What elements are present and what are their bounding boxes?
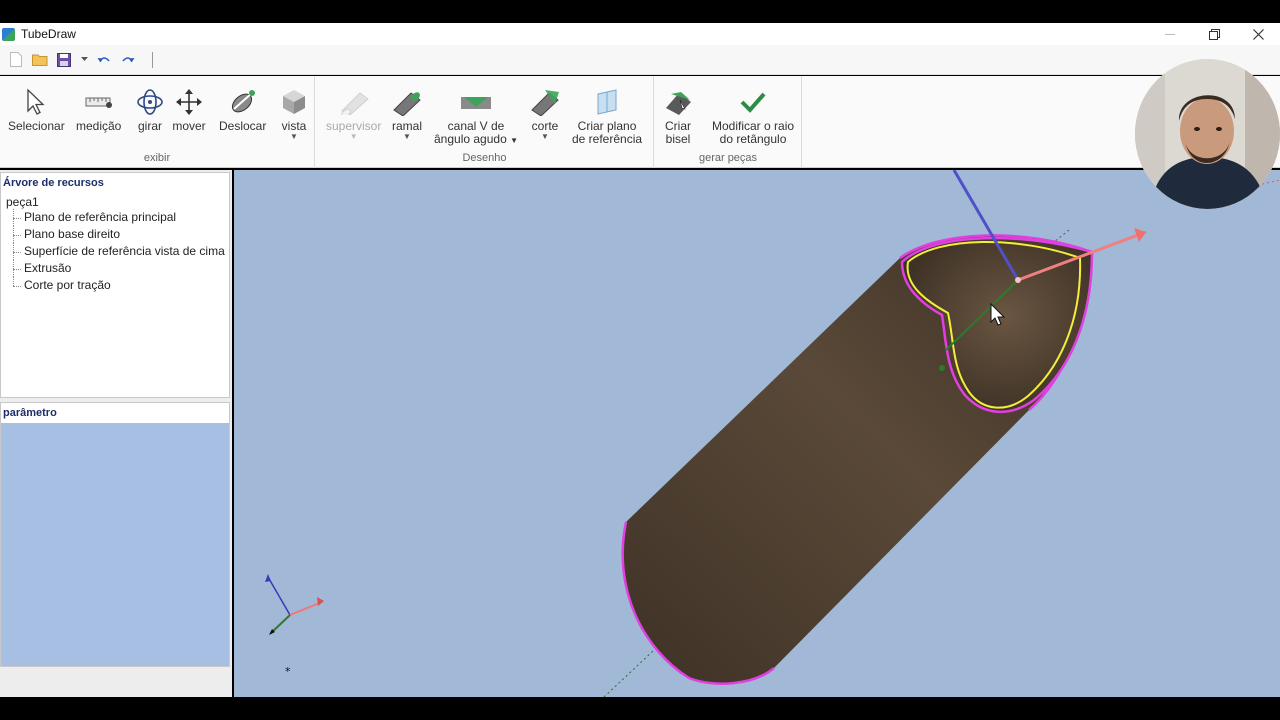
cube-icon <box>277 86 311 118</box>
dropdown-icon[interactable] <box>80 52 88 68</box>
tree-item-top-reference-surface[interactable]: Superfície de referência vista de cima <box>1 243 229 260</box>
plane-icon <box>590 86 624 118</box>
undo-icon[interactable] <box>96 52 112 68</box>
parameter-panel: parâmetro <box>0 402 230 667</box>
close-button[interactable] <box>1236 23 1280 45</box>
chevron-down-icon: ▼ <box>290 132 298 141</box>
view-tool-button[interactable]: vista ▼ <box>277 86 311 141</box>
left-panel: Árvore de recursos peça1 Plano de referê… <box>0 170 232 697</box>
chevron-down-icon: ▼ <box>541 132 549 141</box>
ribbon: Selecionar medição girar mover Deslocar <box>0 76 1280 168</box>
move-icon <box>172 86 206 118</box>
tree-root-item[interactable]: peça1 <box>1 195 229 209</box>
cut-tool-button[interactable]: corte ▼ <box>528 86 562 141</box>
restore-icon <box>1208 28 1220 40</box>
supervisor-tool-button[interactable]: supervisor ▼ <box>326 86 381 141</box>
bevel-icon <box>661 86 695 118</box>
chevron-down-icon: ▼ <box>510 136 519 145</box>
open-folder-icon[interactable] <box>32 52 48 68</box>
toolbar-separator <box>152 51 153 68</box>
cut-icon <box>528 86 562 118</box>
minimize-button[interactable] <box>1148 23 1192 45</box>
close-icon <box>1252 28 1264 40</box>
redo-icon[interactable] <box>120 52 136 68</box>
shift-icon <box>226 86 260 118</box>
webcam-overlay <box>1135 59 1280 209</box>
rotate-tool-button[interactable]: girar <box>133 86 167 133</box>
3d-viewport[interactable]: * <box>234 170 1280 697</box>
window-controls <box>1148 23 1280 45</box>
feature-tree-title: Árvore de recursos <box>3 177 104 189</box>
select-tool-button[interactable]: Selecionar <box>8 86 65 133</box>
letterbox-top <box>0 0 1280 23</box>
move-tool-button[interactable]: mover <box>172 86 206 133</box>
viewport-center-marker: * <box>285 665 291 678</box>
app-logo-icon <box>2 27 15 41</box>
tree-item-pull-cut[interactable]: Corte por tração <box>1 277 229 294</box>
group-label-desenho: Desenho <box>462 152 507 164</box>
create-bevel-button[interactable]: Criar bisel <box>661 86 695 146</box>
quick-access-toolbar <box>0 45 1280 75</box>
feature-tree-panel: Árvore de recursos peça1 Plano de referê… <box>0 172 230 398</box>
create-reference-plane-button[interactable]: Criar plano de referência <box>572 86 642 146</box>
group-label-gerar-pecas: gerar peças <box>698 152 758 164</box>
parameter-panel-title: parâmetro <box>1 403 229 423</box>
letterbox-bottom <box>0 697 1280 720</box>
shift-tool-button[interactable]: Deslocar <box>219 86 266 133</box>
origin-point <box>1015 277 1021 283</box>
chevron-down-icon: ▼ <box>349 132 358 141</box>
measure-tool-button[interactable]: medição <box>76 86 121 133</box>
chevron-down-icon: ▼ <box>403 132 411 141</box>
tree-item-right-base-plane[interactable]: Plano base direito <box>1 226 229 243</box>
ruler-icon <box>82 86 116 118</box>
orientation-triad <box>265 574 324 635</box>
branch-tool-button[interactable]: ramal ▼ <box>390 86 424 141</box>
restore-button[interactable] <box>1192 23 1236 45</box>
modify-rectangle-radius-button[interactable]: Modificar o raio do retângulo <box>712 86 794 146</box>
pointer-icon <box>19 86 53 118</box>
model-canvas[interactable]: * <box>234 170 1280 697</box>
new-file-icon[interactable] <box>8 52 24 68</box>
axis-guide-line <box>603 649 655 697</box>
v-channel-tool-button[interactable]: canal V de ângulo agudo ▼ <box>434 86 518 147</box>
group-label-exibir: exibir <box>143 152 171 164</box>
rotate-icon <box>133 86 167 118</box>
ribbon-group-gerar-pecas: Criar bisel Modificar o raio do retângul… <box>655 76 802 168</box>
save-icon[interactable] <box>56 52 72 68</box>
checkmark-icon <box>736 86 770 118</box>
tree-item-main-reference-plane[interactable]: Plano de referência principal <box>1 209 229 226</box>
branch-icon <box>390 86 424 118</box>
tube-icon <box>337 86 371 118</box>
title-bar: TubeDraw <box>0 23 1280 45</box>
ribbon-group-exibir: Selecionar medição girar mover Deslocar <box>0 76 315 168</box>
tree-item-extrusion[interactable]: Extrusão <box>1 260 229 277</box>
ribbon-group-desenho: supervisor ▼ ramal ▼ canal V de ângulo a… <box>316 76 654 168</box>
window-title: TubeDraw <box>21 27 76 41</box>
v-channel-icon <box>459 86 493 118</box>
axis-origin-dot <box>939 365 945 371</box>
